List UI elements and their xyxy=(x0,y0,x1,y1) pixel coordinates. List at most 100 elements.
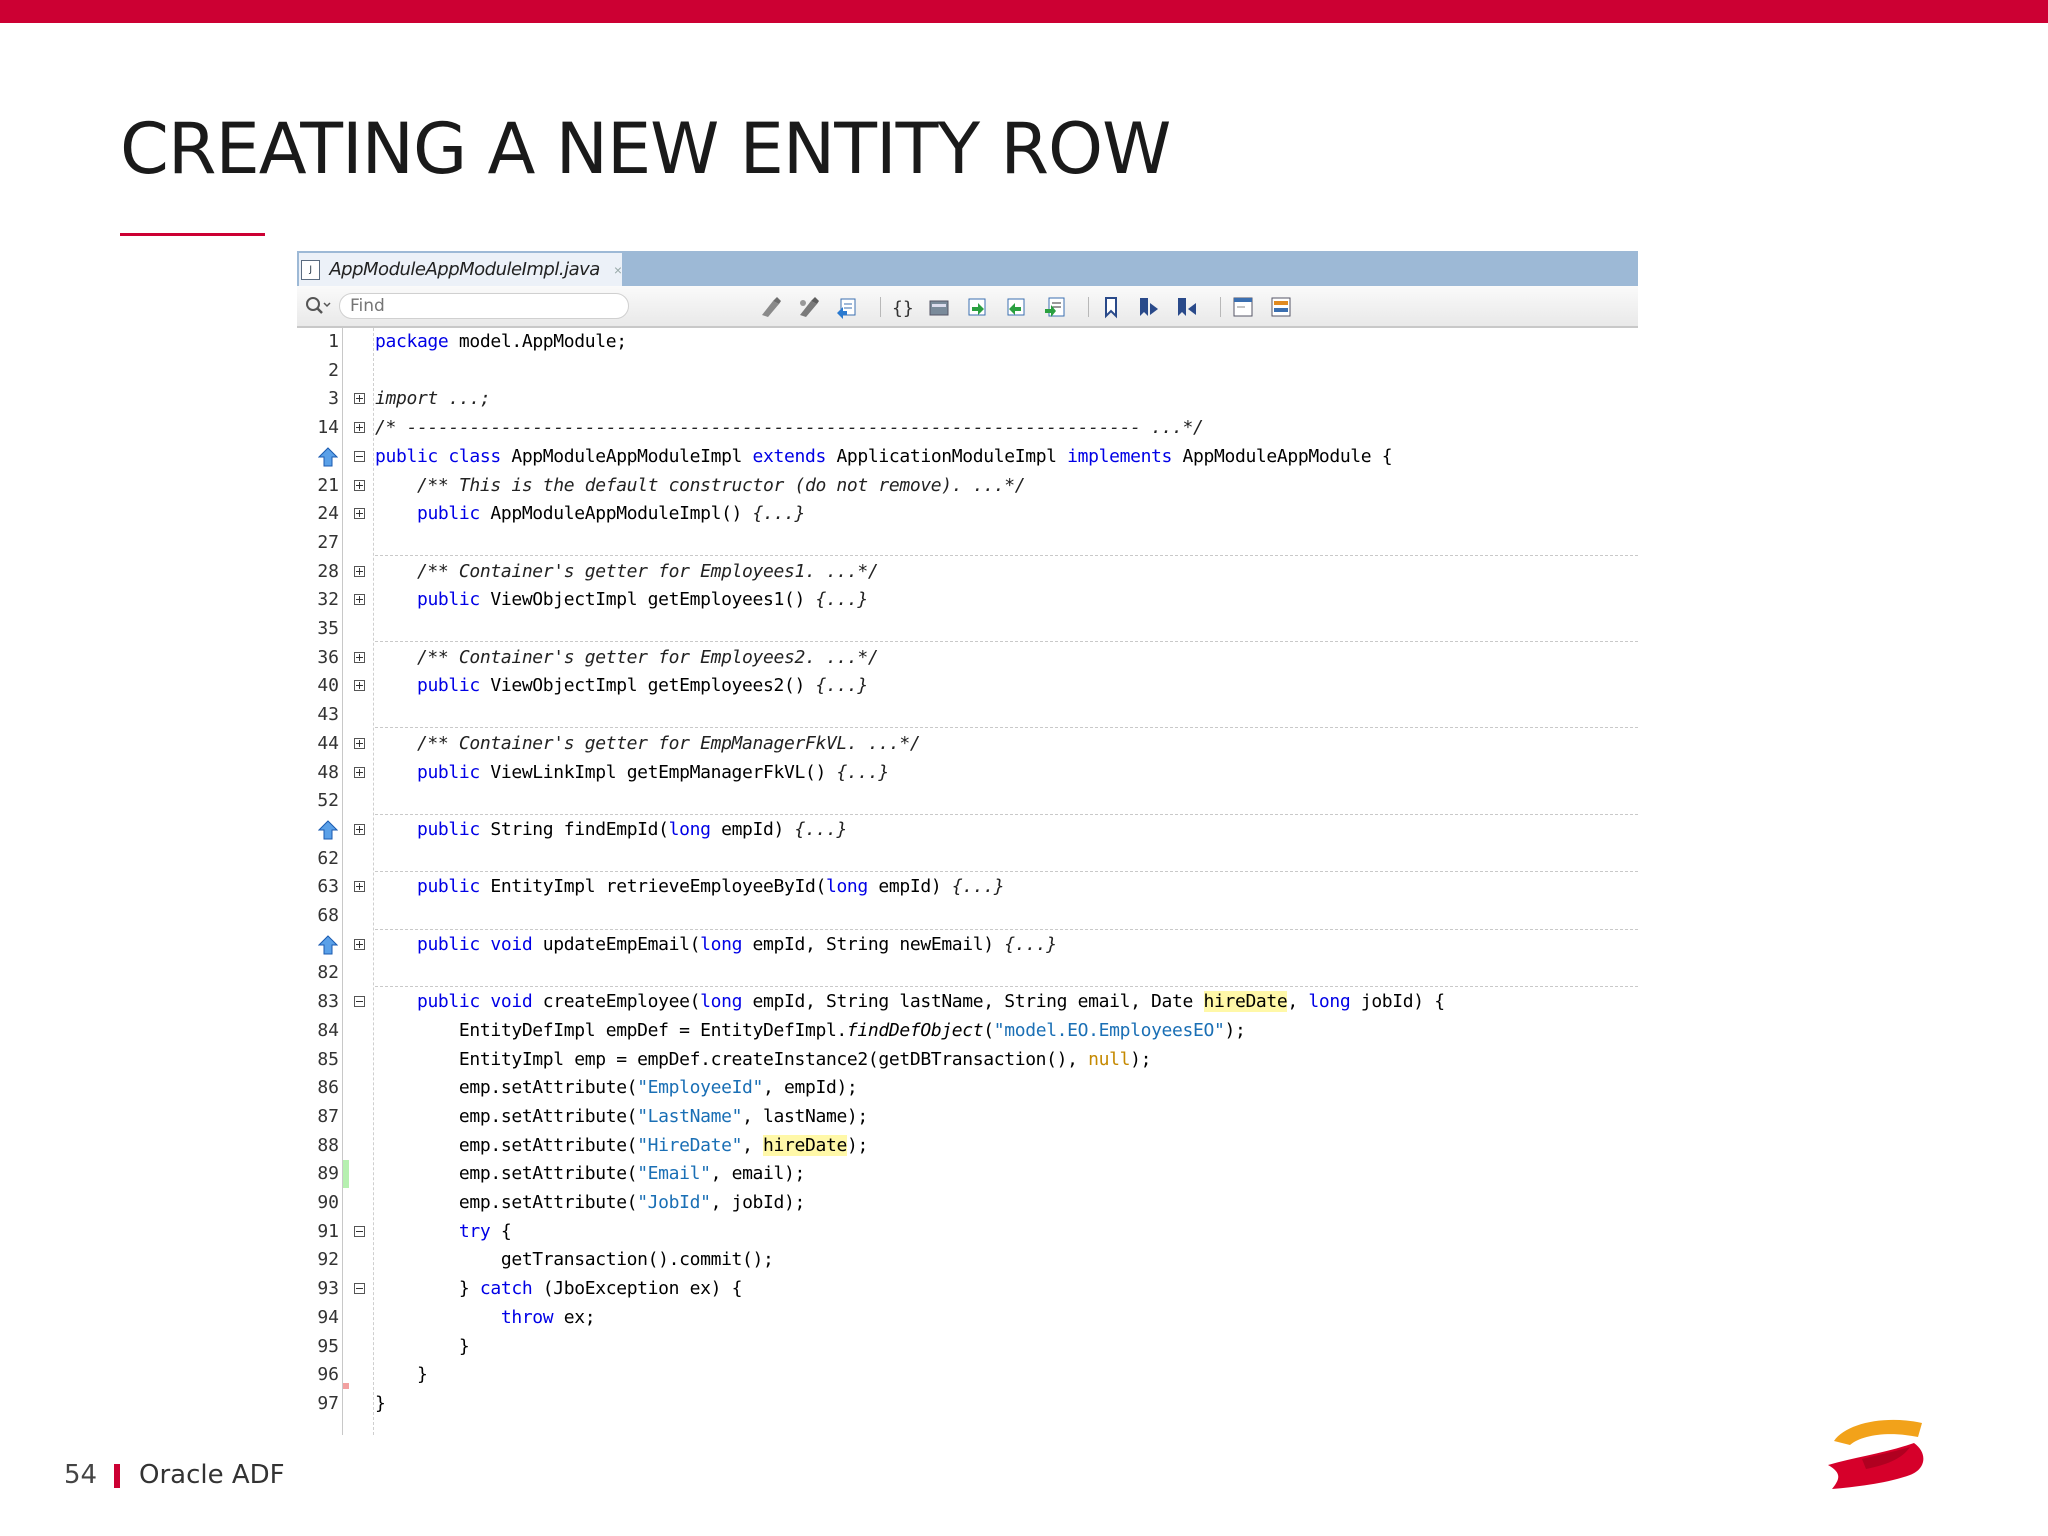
stop-macro-icon[interactable] xyxy=(1043,295,1067,319)
collapse-fold-icon[interactable] xyxy=(354,996,365,1008)
code-line: 24 public AppModuleAppModuleImpl() {...} xyxy=(297,500,1638,529)
search-icon[interactable] xyxy=(303,294,331,318)
line-number: 95 xyxy=(317,1335,339,1357)
toolbar-separator xyxy=(880,297,881,317)
collapse-fold-icon[interactable] xyxy=(354,1225,365,1237)
code-line: 52 xyxy=(297,787,1638,816)
method-separator xyxy=(375,871,1638,872)
code-line: 92 getTransaction().commit(); xyxy=(297,1246,1638,1275)
code-text: public ViewObjectImpl getEmployees1() {.… xyxy=(416,589,868,611)
expand-fold-icon[interactable] xyxy=(354,422,365,434)
expand-fold-icon[interactable] xyxy=(354,508,365,520)
code-line: 82 xyxy=(297,959,1638,988)
code-line: 96 } xyxy=(297,1361,1638,1390)
next-bookmark-icon[interactable] xyxy=(1175,295,1199,319)
method-separator xyxy=(375,986,1638,987)
code-line: 86 emp.setAttribute("EmployeeId", empId)… xyxy=(297,1074,1638,1103)
code-text: EntityImpl emp = empDef.createInstance2(… xyxy=(375,1048,1152,1070)
code-line: 85 EntityImpl emp = empDef.createInstanc… xyxy=(297,1046,1638,1075)
code-text: throw ex; xyxy=(500,1306,596,1328)
comment-icon[interactable] xyxy=(1231,295,1255,319)
expand-fold-icon[interactable] xyxy=(354,393,365,405)
override-arrow-icon[interactable] xyxy=(318,934,338,955)
toolbar-separator xyxy=(1088,297,1089,317)
uncomment-icon[interactable] xyxy=(1269,295,1293,319)
shift-left-icon[interactable] xyxy=(927,295,951,319)
override-arrow-icon[interactable] xyxy=(318,447,338,467)
code-line: public void updateEmpEmail(long empId, S… xyxy=(297,931,1638,960)
code-line: 40 public ViewObjectImpl getEmployees2()… xyxy=(297,672,1638,701)
previous-bookmark-icon[interactable] xyxy=(1137,295,1161,319)
page-number: 54 xyxy=(64,1460,98,1490)
line-number: 82 xyxy=(317,962,339,984)
line-number: 3 xyxy=(328,388,339,410)
expand-fold-icon[interactable] xyxy=(354,938,365,950)
toggle-highlight-icon[interactable] xyxy=(835,295,859,319)
collapse-fold-icon[interactable] xyxy=(354,1283,365,1295)
line-number: 93 xyxy=(317,1278,339,1300)
line-number: 86 xyxy=(317,1077,339,1099)
code-area[interactable]: 1 package model.AppModule; 2 3 import ..… xyxy=(297,328,1638,1435)
code-line: 44 /** Container's getter for EmpManager… xyxy=(297,730,1638,759)
code-line: 43 xyxy=(297,701,1638,730)
expand-fold-icon[interactable] xyxy=(354,680,365,692)
code-text: package model.AppModule; xyxy=(375,331,627,352)
code-text: public EntityImpl retrieveEmployeeById(l… xyxy=(416,876,1005,898)
line-number: 97 xyxy=(317,1392,339,1414)
shift-right-icon[interactable] xyxy=(965,295,989,319)
code-line: 63 public EntityImpl retrieveEmployeeByI… xyxy=(297,873,1638,902)
line-number: 88 xyxy=(317,1134,339,1156)
method-separator xyxy=(375,727,1638,728)
toggle-rectangular-selection-icon[interactable]: {} xyxy=(890,295,914,319)
code-text: /** Container's getter for EmpManagerFkV… xyxy=(375,732,921,754)
next-occurrence-icon[interactable] xyxy=(797,295,821,319)
code-line: 14 /* ----------------------------------… xyxy=(297,414,1638,443)
svg-text:{}: {} xyxy=(892,298,914,319)
footer-divider xyxy=(114,1464,120,1488)
editor-tab-bar: J AppModuleAppModuleImpl.java × xyxy=(297,251,1638,286)
code-text: public ViewObjectImpl getEmployees2() {.… xyxy=(416,675,868,697)
line-number: 35 xyxy=(317,618,339,639)
tab-appmodule-java[interactable]: J AppModuleAppModuleImpl.java × xyxy=(299,253,622,286)
line-number: 96 xyxy=(317,1364,339,1386)
toggle-bookmark-icon[interactable] xyxy=(1099,295,1123,319)
code-line: 27 xyxy=(297,529,1638,558)
previous-occurrence-icon[interactable] xyxy=(759,295,783,319)
code-text: try { xyxy=(458,1220,512,1242)
method-separator xyxy=(375,814,1638,815)
expand-fold-icon[interactable] xyxy=(354,766,365,778)
expand-fold-icon[interactable] xyxy=(354,479,365,491)
code-text: /** This is the default constructor (do … xyxy=(375,474,1026,496)
code-line: 91 try { xyxy=(297,1218,1638,1247)
expand-fold-icon[interactable] xyxy=(354,823,365,835)
line-number: 84 xyxy=(317,1019,339,1041)
top-accent-bar xyxy=(0,0,2048,23)
code-text: emp.setAttribute("LastName", lastName); xyxy=(375,1105,868,1127)
close-icon[interactable]: × xyxy=(614,262,622,278)
line-number: 94 xyxy=(317,1306,339,1328)
expand-fold-icon[interactable] xyxy=(354,737,365,749)
code-line: 62 xyxy=(297,845,1638,874)
code-text: emp.setAttribute("HireDate", hireDate); xyxy=(375,1134,868,1156)
line-number: 32 xyxy=(317,589,339,611)
line-number: 1 xyxy=(328,331,339,352)
line-number: 87 xyxy=(317,1105,339,1127)
expand-fold-icon[interactable] xyxy=(354,565,365,577)
code-text: } catch (JboException ex) { xyxy=(375,1278,743,1300)
line-number: 52 xyxy=(317,790,339,812)
line-number: 40 xyxy=(317,675,339,697)
change-marker xyxy=(343,1160,349,1189)
expand-fold-icon[interactable] xyxy=(354,594,365,606)
title-underline xyxy=(120,233,265,236)
find-input[interactable] xyxy=(339,293,629,319)
override-arrow-icon[interactable] xyxy=(318,820,338,840)
code-text: import ...; xyxy=(375,388,491,410)
line-number: 91 xyxy=(317,1220,339,1242)
expand-fold-icon[interactable] xyxy=(354,651,365,663)
code-text: /* -------------------------------------… xyxy=(375,417,1204,439)
code-line: 3 import ...; xyxy=(297,385,1638,414)
method-separator xyxy=(375,555,1638,556)
collapse-fold-icon[interactable] xyxy=(354,450,365,462)
start-macro-icon[interactable] xyxy=(1004,295,1028,319)
expand-fold-icon[interactable] xyxy=(354,881,365,893)
